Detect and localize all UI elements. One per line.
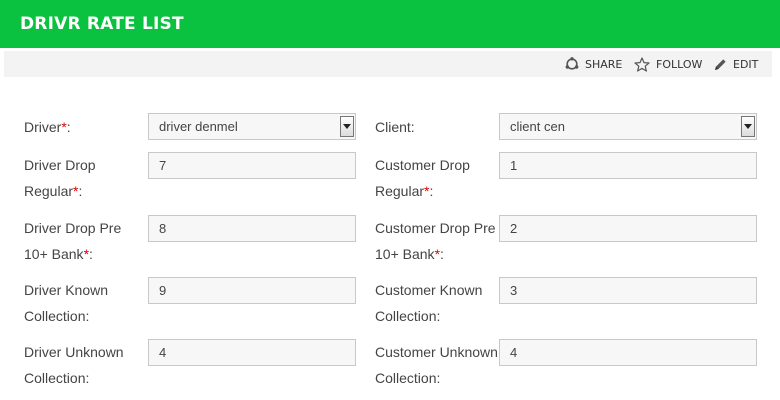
driver-select[interactable]: driver denmel <box>148 113 356 140</box>
pencil-icon <box>715 58 726 70</box>
client-label: Client: <box>375 119 415 135</box>
page-header: DRIVR RATE LIST <box>0 0 780 48</box>
driver-unknown-collection-input[interactable]: 4 <box>148 339 356 366</box>
driver-unknown-collection-label: Driver Unknown Collection: <box>24 344 124 386</box>
client-select-value: client cen <box>510 119 565 134</box>
driver-select-value: driver denmel <box>159 119 238 134</box>
driver-known-collection-label: Driver Known Collection: <box>24 282 109 324</box>
page-title: DRIVR RATE LIST <box>20 14 184 34</box>
driver-drop-pre-input[interactable]: 8 <box>148 215 356 242</box>
star-icon <box>634 56 650 72</box>
edit-button[interactable]: EDIT <box>714 51 758 77</box>
edit-label: EDIT <box>733 57 759 71</box>
customer-unknown-collection-input[interactable]: 4 <box>499 339 757 366</box>
share-button[interactable]: SHARE <box>565 51 622 77</box>
customer-drop-regular-input[interactable]: 1 <box>499 152 757 179</box>
customer-known-collection-input[interactable]: 3 <box>499 277 757 304</box>
follow-button[interactable]: FOLLOW <box>634 51 702 77</box>
driver-known-collection-input[interactable]: 9 <box>148 277 356 304</box>
driver-drop-pre-label: Driver Drop Pre 10+ Bank*: <box>24 220 122 262</box>
client-select[interactable]: client cen <box>499 113 757 140</box>
customer-known-collection-label: Customer Known Collection: <box>375 282 483 324</box>
share-icon <box>565 57 579 70</box>
follow-label: FOLLOW <box>656 57 703 71</box>
share-label: SHARE <box>585 57 623 71</box>
driver-drop-regular-label: Driver Drop Regular*: <box>24 157 96 199</box>
driver-label: Driver*: <box>24 119 71 135</box>
customer-drop-pre-label: Customer Drop Pre 10+ Bank*: <box>375 220 496 262</box>
customer-drop-regular-label: Customer Drop Regular*: <box>375 157 470 199</box>
driver-drop-regular-input[interactable]: 7 <box>148 152 356 179</box>
action-bar: SHARE FOLLOW EDIT <box>4 51 772 77</box>
chevron-down-icon[interactable] <box>340 116 354 137</box>
customer-unknown-collection-label: Customer Unknown Collection: <box>375 344 498 386</box>
chevron-down-icon[interactable] <box>741 116 755 137</box>
customer-drop-pre-input[interactable]: 2 <box>499 215 757 242</box>
